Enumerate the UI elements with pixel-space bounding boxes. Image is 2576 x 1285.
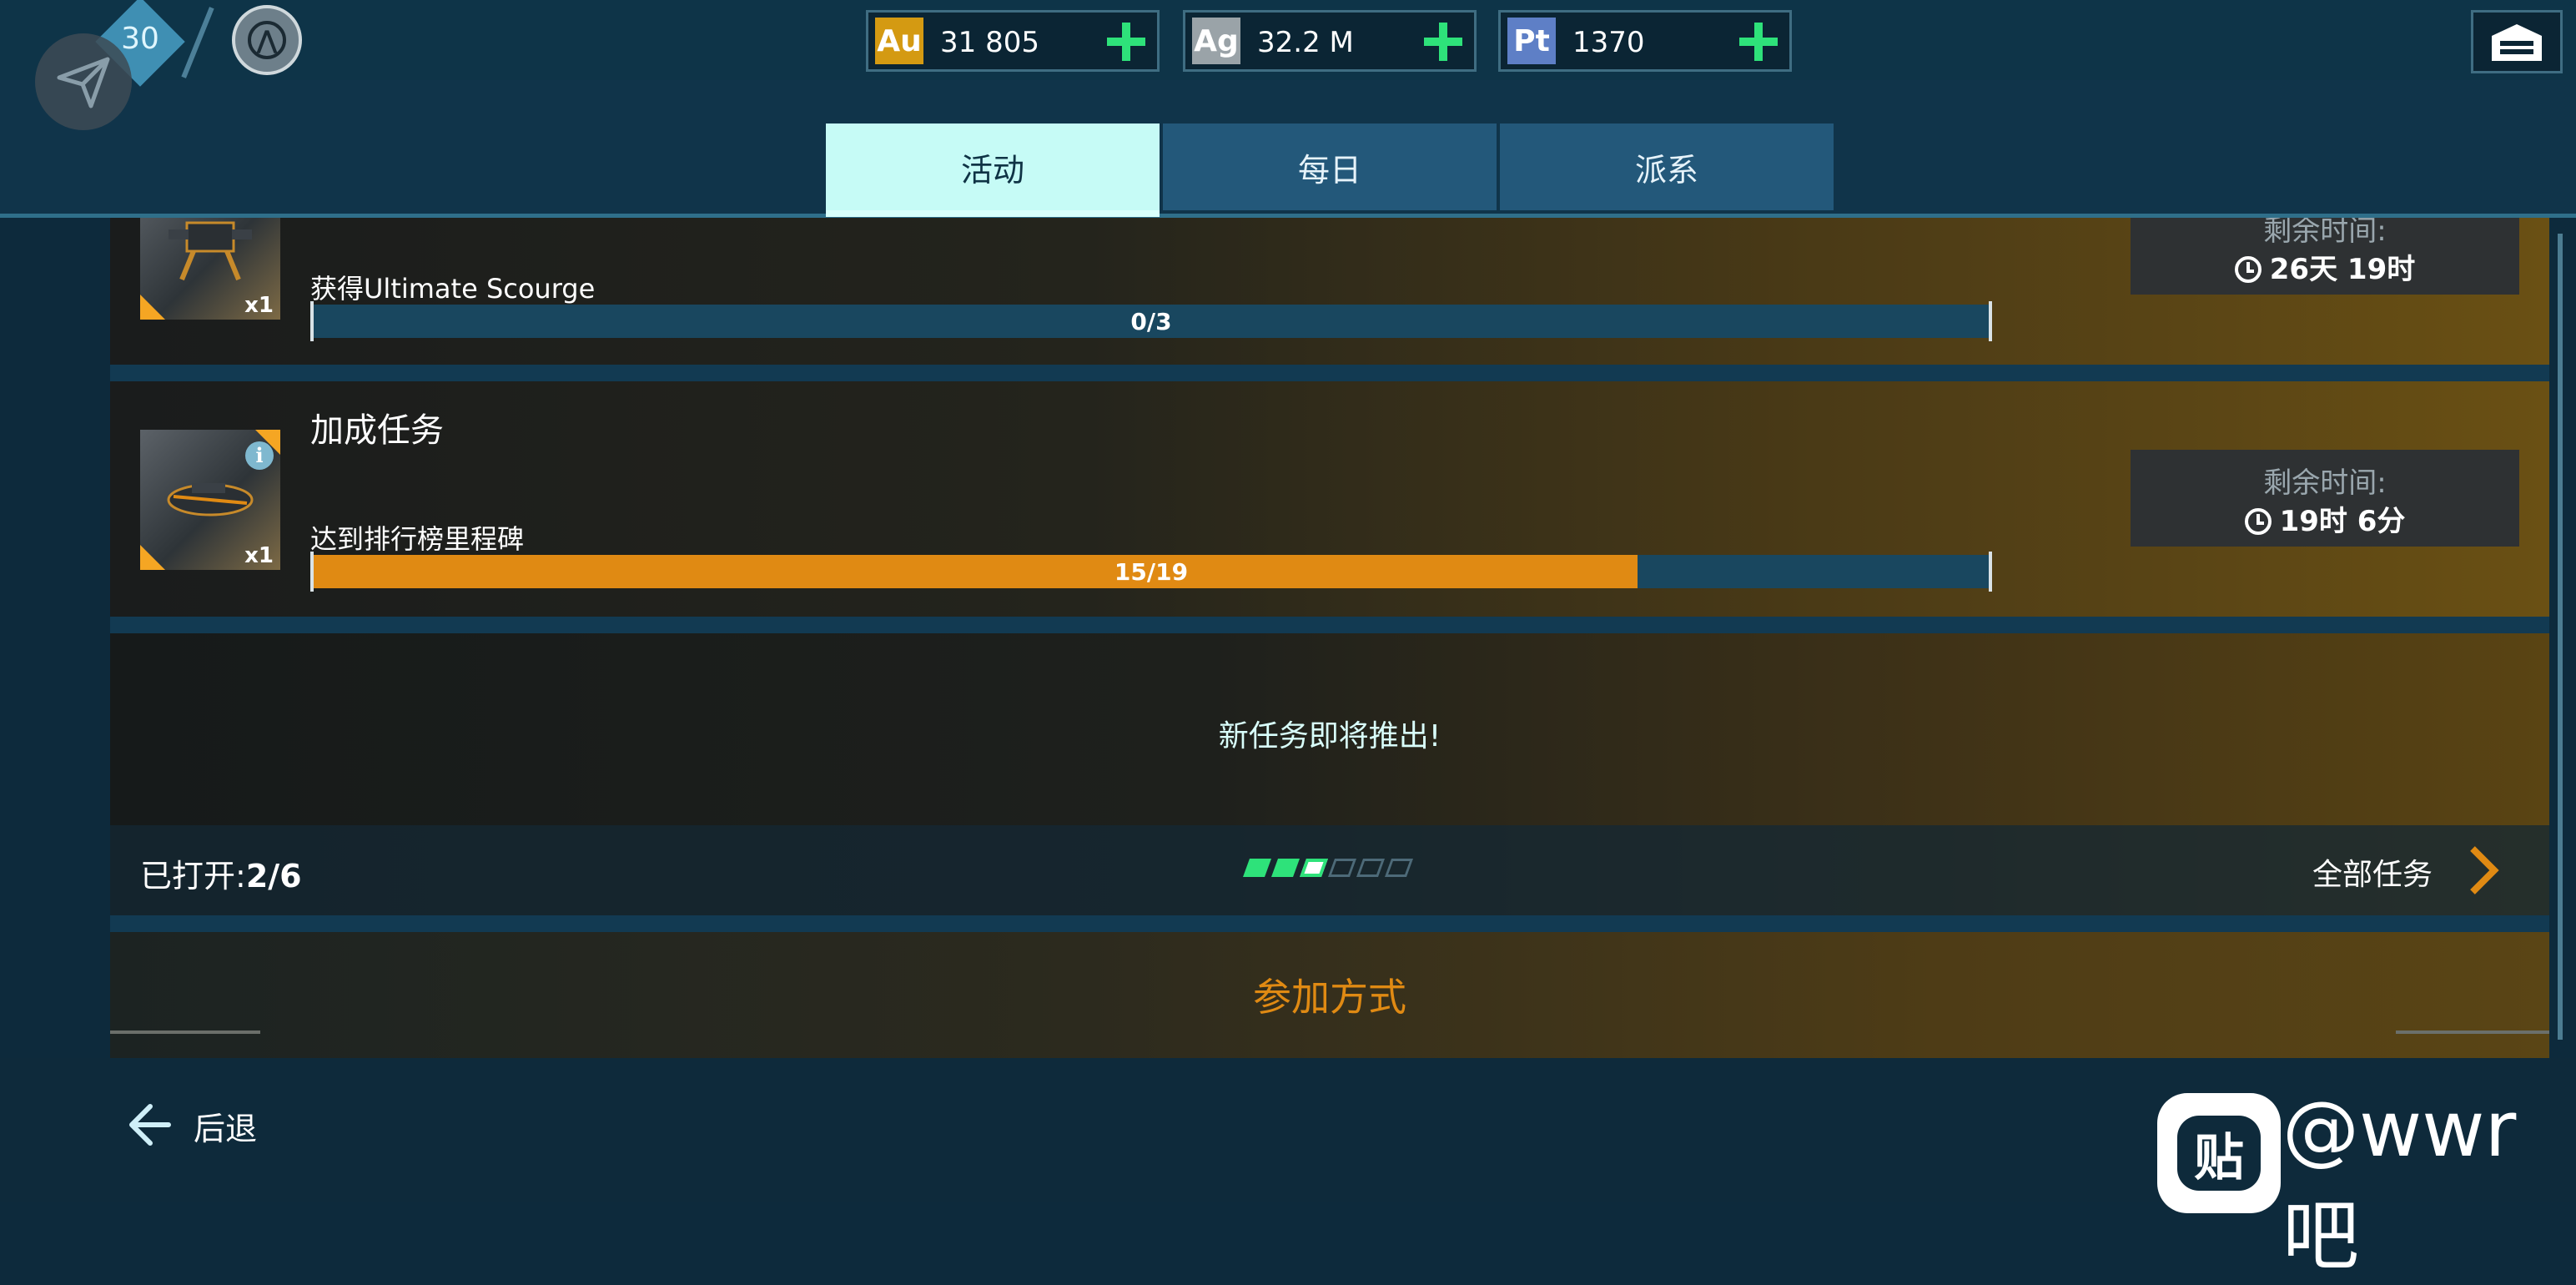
add-platinum-button[interactable] [1739,23,1778,61]
task-description: 达到排行榜里程碑 [310,523,525,555]
league-rank-icon[interactable]: ⋀ [232,5,302,75]
platinum-amount: 1370 [1572,26,1645,59]
watermark-text: @wwr吧 [2282,1085,2517,1281]
page-dot [1356,859,1386,877]
status-row: 已打开:2/6 全部任务 [110,825,2549,915]
time-remaining-box: 剩余时间: 19时 6分 [2131,450,2519,547]
hangar-icon [2492,24,2542,61]
time-remaining-value: 26天 19时 [2131,246,2519,287]
robot-icon [169,221,252,281]
platinum-icon: Pt [1507,18,1556,64]
time-remaining-label: 剩余时间: [2263,466,2387,500]
back-arrow-icon[interactable] [125,1101,172,1148]
clock-icon [2234,256,2262,283]
clock-icon [2244,508,2272,535]
task-card[interactable]: x1 获得Ultimate Scourge 0/3 剩余时间: 26天 19时 [110,218,2549,365]
time-remaining-value: 19时 6分 [2131,498,2519,539]
time-remaining-label: 剩余时间: [2263,218,2387,248]
task-list[interactable]: x1 获得Ultimate Scourge 0/3 剩余时间: 26天 19时 … [110,218,2549,1059]
task-title: 加成任务 [310,411,444,450]
page-dot [1299,859,1329,877]
chevron-right-icon[interactable] [2463,844,2504,897]
active-tab-indicator [826,210,1160,217]
how-to-join-card[interactable]: 参加方式 [110,932,2549,1059]
silver-amount: 32.2 M [1257,26,1354,59]
tab-events[interactable]: 活动 [826,123,1160,210]
page-dot [1242,859,1272,877]
info-icon[interactable]: i [245,441,274,470]
task-description: 获得Ultimate Scourge [310,273,596,305]
page-dot [1270,859,1301,877]
drone-icon [167,483,254,517]
task-progress-bar: 15/19 [310,552,1992,592]
page-dot [1384,859,1414,877]
page-dot [1327,859,1357,877]
all-tasks-link[interactable]: 全部任务 [2312,850,2433,894]
platinum-currency: Pt 1370 [1498,10,1792,72]
gold-currency: Au 31 805 [866,10,1160,72]
silver-icon: Ag [1192,18,1240,64]
task-progress-bar: 0/3 [310,301,1992,341]
task-reward-thumbnail[interactable]: i x1 [140,430,280,570]
reward-quantity: x1 [244,293,274,318]
reward-quantity: x1 [244,543,274,568]
coming-soon-card: 新任务即将推出! 已打开:2/6 全部任务 [110,633,2549,920]
how-to-join-title: 参加方式 [1253,975,1406,1020]
opened-count: 已打开:2/6 [140,858,302,894]
paper-plane-icon [57,57,110,108]
back-button[interactable]: 后退 [194,1103,257,1149]
rarity-corner [140,545,165,570]
add-silver-button[interactable] [1424,23,1462,61]
progress-text: 15/19 [1114,558,1189,586]
scrollbar[interactable] [2558,234,2563,1040]
task-card[interactable]: 加成任务 i x1 达到排行榜里程碑 15/19 剩余时间: 19时 6分 [110,381,2549,617]
add-gold-button[interactable] [1107,23,1145,61]
tab-faction[interactable]: 派系 [1500,123,1834,210]
progress-text: 0/3 [1130,308,1172,335]
task-reward-thumbnail[interactable]: x1 [140,218,280,320]
coming-soon-text: 新任务即将推出! [1218,719,1441,753]
send-icon[interactable] [35,33,132,130]
silver-currency: Ag 32.2 M [1183,10,1477,72]
tieba-logo: 贴 [2157,1093,2281,1213]
hangar-button[interactable] [2471,10,2563,73]
gold-amount: 31 805 [940,26,1039,59]
rarity-corner [140,295,165,320]
time-remaining-box: 剩余时间: 26天 19时 [2131,218,2519,295]
gold-icon: Au [875,18,923,64]
tab-daily[interactable]: 每日 [1163,123,1497,210]
